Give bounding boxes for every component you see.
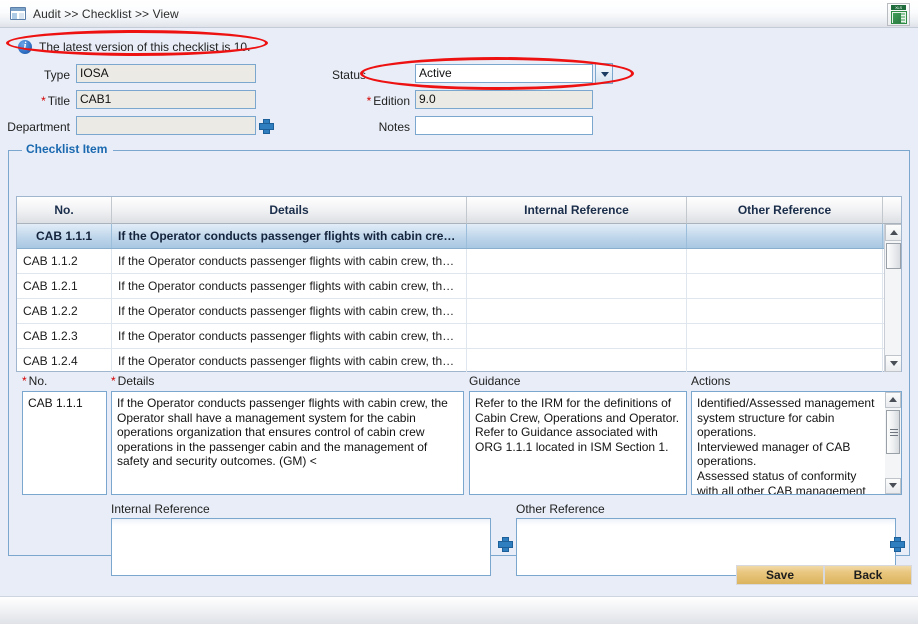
grid-scroll-thumb[interactable] [886, 243, 901, 269]
title-required-marker: * [41, 94, 46, 108]
scroll-up-arrow-icon[interactable] [885, 224, 901, 241]
cell-internal [467, 324, 687, 348]
cell-other [687, 274, 883, 298]
cell-other [687, 324, 883, 348]
xls-export-icon-sheet [891, 11, 907, 24]
edition-field: 9.0 [415, 90, 593, 109]
detail-details-field[interactable]: If the Operator conducts passenger fligh… [111, 391, 464, 495]
internal-reference-field[interactable] [111, 518, 491, 576]
department-field[interactable] [76, 116, 256, 135]
notes-label: Notes [378, 120, 410, 134]
status-dropdown-button[interactable] [595, 63, 613, 84]
status-label: Status [331, 68, 366, 82]
page-body: i The latest version of this checklist i… [0, 28, 918, 596]
form-row-title: * Title CAB1 * Edition 9.0 [0, 88, 918, 114]
detail-guidance-field[interactable]: Refer to the IRM for the definitions of … [469, 391, 687, 495]
grid-header-spacer [883, 197, 901, 224]
cell-details: If the Operator conducts passenger fligh… [112, 299, 467, 323]
detail-actions-label: Actions [691, 374, 731, 388]
chevron-down-icon [601, 72, 609, 77]
cell-no: CAB 1.1.1 [17, 224, 112, 248]
detail-actions-field[interactable]: Identified/Assessed management system st… [691, 391, 902, 495]
actions-vertical-scrollbar[interactable] [885, 392, 901, 494]
cell-no: CAB 1.2.4 [17, 349, 112, 372]
xls-export-icon[interactable]: XLS [887, 3, 910, 26]
footer-strip [0, 596, 918, 624]
detail-guidance-label: Guidance [469, 374, 521, 388]
scroll-down-arrow-icon[interactable] [885, 478, 901, 494]
breadcrumb: Audit >> Checklist >> View [33, 6, 179, 21]
grid-header-other[interactable]: Other Reference [687, 197, 883, 224]
other-reference-label: Other Reference [516, 502, 605, 516]
detail-no-required-marker: * [22, 374, 27, 388]
edition-label: * Edition [366, 94, 410, 108]
checklist-item-grid: No. Details Internal Reference Other Ref… [16, 196, 902, 372]
scroll-down-arrow-icon[interactable] [885, 355, 901, 372]
detail-no-label: * No. [22, 374, 48, 388]
table-row[interactable]: CAB 1.2.3 If the Operator conducts passe… [17, 324, 901, 349]
cell-other [687, 299, 883, 323]
department-add-plus-icon[interactable] [259, 119, 274, 134]
grid-header-details[interactable]: Details [112, 197, 467, 224]
cell-details: If the Operator conducts passenger fligh… [112, 249, 467, 273]
xls-export-icon-label: XLS [891, 5, 906, 10]
department-label: Department [7, 120, 70, 134]
panel-icon [10, 7, 26, 20]
cell-internal [467, 274, 687, 298]
grid-header-row: No. Details Internal Reference Other Ref… [17, 197, 901, 224]
table-row[interactable]: CAB 1.1.2 If the Operator conducts passe… [17, 249, 901, 274]
cell-no: CAB 1.1.2 [17, 249, 112, 273]
form-row-type: Type IOSA Status Active [0, 62, 918, 88]
detail-no-field[interactable]: CAB 1.1.1 [22, 391, 107, 495]
status-field[interactable]: Active [415, 64, 593, 83]
cell-details: If the Operator conducts passenger fligh… [112, 274, 467, 298]
cell-details: If the Operator conducts passenger fligh… [112, 224, 467, 248]
table-row[interactable]: CAB 1.2.1 If the Operator conducts passe… [17, 274, 901, 299]
grid-vertical-scrollbar[interactable] [884, 224, 901, 372]
cell-other [687, 349, 883, 372]
grid-body: CAB 1.1.1 If the Operator conducts passe… [17, 224, 901, 372]
cell-other [687, 249, 883, 273]
grid-header-internal[interactable]: Internal Reference [467, 197, 687, 224]
type-label: Type [43, 68, 70, 82]
notes-field[interactable] [415, 116, 593, 135]
title-label: * Title [41, 94, 70, 108]
checklist-form: Type IOSA Status Active * Title CAB1 * Edi… [0, 62, 918, 140]
breadcrumb-bar: Audit >> Checklist >> View XLS [0, 0, 918, 28]
table-row[interactable]: CAB 1.2.2 If the Operator conducts passe… [17, 299, 901, 324]
cell-internal [467, 249, 687, 273]
type-field: IOSA [76, 64, 256, 83]
cell-details: If the Operator conducts passenger fligh… [112, 349, 467, 372]
internal-reference-label: Internal Reference [111, 502, 210, 516]
cell-no: CAB 1.2.2 [17, 299, 112, 323]
save-button[interactable]: Save [736, 565, 824, 585]
table-row[interactable]: CAB 1.2.4 If the Operator conducts passe… [17, 349, 901, 372]
cell-other [687, 224, 883, 248]
info-message-text: The latest version of this checklist is … [39, 40, 251, 54]
internal-reference-add-plus-icon[interactable] [498, 537, 513, 552]
grid-header-no[interactable]: No. [17, 197, 112, 224]
detail-details-required-marker: * [111, 374, 116, 388]
info-message: i The latest version of this checklist i… [0, 37, 250, 57]
detail-details-label: * Details [111, 374, 155, 388]
cell-internal [467, 299, 687, 323]
form-row-department: Department Notes [0, 114, 918, 140]
title-field: CAB1 [76, 90, 256, 109]
info-icon: i [18, 40, 32, 54]
cell-no: CAB 1.2.3 [17, 324, 112, 348]
actions-scroll-thumb[interactable] [886, 410, 900, 454]
back-button[interactable]: Back [824, 565, 912, 585]
edition-required-marker: * [366, 94, 372, 108]
cell-no: CAB 1.2.1 [17, 274, 112, 298]
other-reference-add-plus-icon[interactable] [890, 537, 905, 552]
cell-internal [467, 349, 687, 372]
table-row[interactable]: CAB 1.1.1 If the Operator conducts passe… [17, 224, 901, 249]
cell-details: If the Operator conducts passenger fligh… [112, 324, 467, 348]
cell-internal [467, 224, 687, 248]
scroll-up-arrow-icon[interactable] [885, 392, 901, 408]
